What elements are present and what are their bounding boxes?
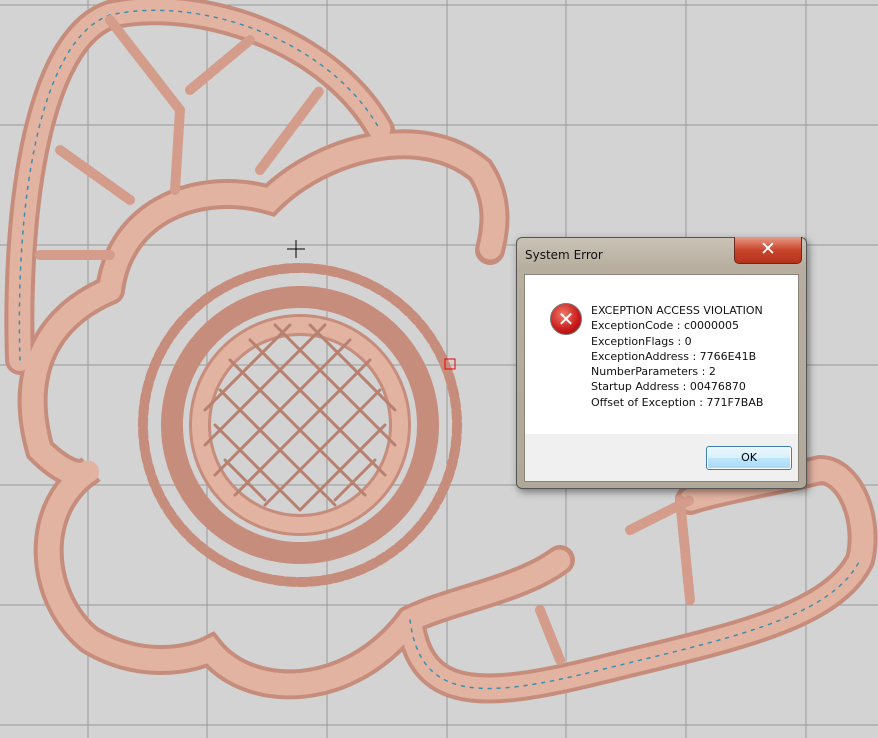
message-line: ExceptionAddress : 7766E41B <box>591 349 757 363</box>
message-line: EXCEPTION ACCESS VIOLATION <box>591 304 763 317</box>
error-icon: ✕ <box>550 303 582 335</box>
system-error-dialog: System Error ✕ ✕ EXCEPTION ACCESS VIOLAT… <box>516 237 807 489</box>
message-line: Offset of Exception : 771F7BAB <box>591 395 764 409</box>
message-line: Startup Address : 00476870 <box>591 380 746 394</box>
dialog-title: System Error <box>525 248 603 262</box>
ok-button[interactable]: OK <box>706 446 792 470</box>
message-line: ExceptionCode : c0000005 <box>591 319 740 333</box>
error-message: EXCEPTION ACCESS VIOLATION ExceptionCode… <box>591 303 763 410</box>
close-button[interactable]: ✕ <box>734 237 802 264</box>
message-line: NumberParameters : 2 <box>591 365 716 379</box>
crosshair-cursor-icon <box>287 240 305 258</box>
message-line: ExceptionFlags : 0 <box>591 334 692 348</box>
message-area: ✕ EXCEPTION ACCESS VIOLATION ExceptionCo… <box>525 275 798 434</box>
dialog-body: ✕ EXCEPTION ACCESS VIOLATION ExceptionCo… <box>524 274 799 482</box>
